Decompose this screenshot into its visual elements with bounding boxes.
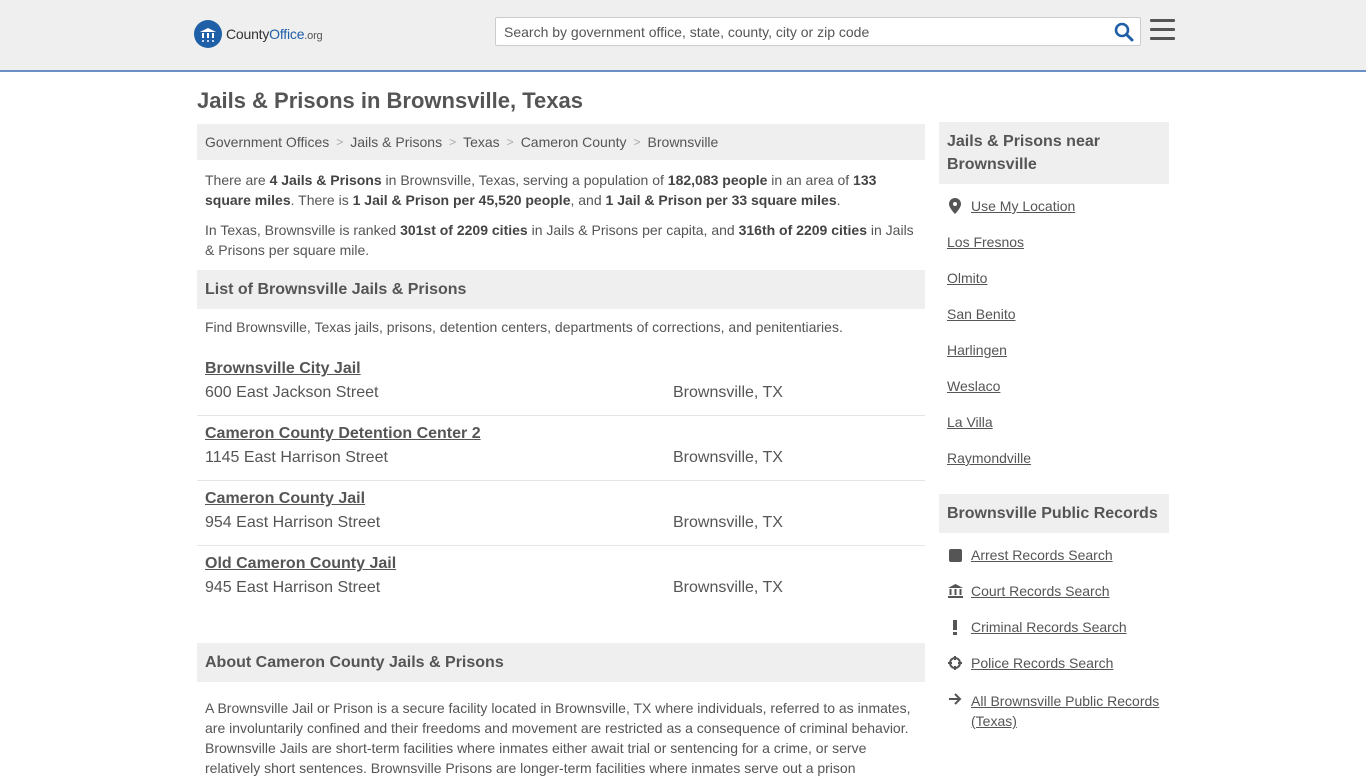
search-input[interactable] [496,18,1106,45]
facility-link[interactable]: Cameron County Jail [205,490,365,508]
facility-city: Brownsville, TX [673,384,783,401]
nearby-city-link[interactable]: Raymondville [947,450,1031,466]
list-item: Brownsville City Jail 600 East Jackson S… [197,351,925,416]
nearby-heading: Jails & Prisons near Brownsville [939,122,1169,184]
breadcrumb-jails-prisons[interactable]: Jails & Prisons [350,134,442,150]
arrest-records-link[interactable]: Arrest Records Search [971,547,1113,563]
list-item: Court Records Search [947,583,1161,619]
about-heading: About Cameron County Jails & Prisons [197,643,925,682]
facility-link[interactable]: Brownsville City Jail [205,360,361,378]
location-pin-icon [947,198,963,214]
breadcrumb-separator-icon: > [506,135,514,149]
site-logo[interactable]: CountyOffice.org [194,20,323,48]
list-heading: List of Brownsville Jails & Prisons [197,270,925,309]
nearby-city-link[interactable]: Olmito [947,270,987,286]
facility-link[interactable]: Old Cameron County Jail [205,555,396,573]
list-item: La Villa [947,414,1161,450]
use-my-location-link[interactable]: Use My Location [971,198,1075,214]
court-records-link[interactable]: Court Records Search [971,583,1110,599]
intro-text: There are 4 Jails & Prisons in Brownsvil… [197,160,925,260]
list-item: Weslaco [947,378,1161,414]
list-item: Old Cameron County Jail 945 East Harriso… [197,546,925,611]
breadcrumb-brownsville[interactable]: Brownsville [648,134,719,150]
breadcrumb: Government Offices > Jails & Prisons > Tex… [197,124,925,160]
breadcrumb-cameron-county[interactable]: Cameron County [521,134,627,150]
facility-city: Brownsville, TX [673,579,783,596]
nearby-city-link[interactable]: Weslaco [947,378,1000,394]
nearby-city-link[interactable]: Harlingen [947,342,1007,358]
breadcrumb-separator-icon: > [336,135,344,149]
list-item: Los Fresnos [947,234,1161,270]
about-text: A Brownsville Jail or Prison is a secure… [205,700,911,776]
logo-text: CountyOffice.org [226,26,323,42]
nearby-city-link[interactable]: La Villa [947,414,993,430]
list-item: Criminal Records Search [947,619,1161,655]
breadcrumb-government-offices[interactable]: Government Offices [205,134,329,150]
page-title: Jails & Prisons in Brownsville, Texas [197,88,583,113]
search-icon [1114,22,1134,42]
facility-address: 954 East Harrison Street [205,514,381,531]
breadcrumb-separator-icon: > [633,135,641,149]
list-item: Arrest Records Search [947,547,1161,583]
sidebar: Jails & Prisons near Brownsville Use My … [939,122,1169,741]
list-item: Raymondville [947,450,1161,486]
facility-list: Brownsville City Jail 600 East Jackson S… [197,351,925,611]
search-box [495,17,1141,46]
list-item: Cameron County Detention Center 2 1145 E… [197,416,925,481]
crosshair-icon [947,655,963,671]
all-public-records-link[interactable]: All Brownsville Public Records (Texas) [971,691,1161,731]
search-button[interactable] [1114,22,1134,42]
arrest-icon [947,547,963,563]
facility-address: 600 East Jackson Street [205,384,379,401]
list-description: Find Brownsville, Texas jails, prisons, … [205,319,843,335]
breadcrumb-texas[interactable]: Texas [463,134,500,150]
arrow-right-icon [947,691,963,707]
county-office-logo-icon [194,20,222,48]
nearby-city-link[interactable]: San Benito [947,306,1016,322]
list-item: Use My Location [947,198,1161,234]
list-item: San Benito [947,306,1161,342]
facility-link[interactable]: Cameron County Detention Center 2 [205,425,481,443]
courthouse-icon [947,583,963,599]
top-bar: CountyOffice.org [0,0,1366,72]
facility-address: 945 East Harrison Street [205,579,381,596]
police-records-link[interactable]: Police Records Search [971,655,1113,671]
list-item: Olmito [947,270,1161,306]
public-records-heading: Brownsville Public Records [939,494,1169,533]
list-item: Cameron County Jail 954 East Harrison St… [197,481,925,546]
facility-address: 1145 East Harrison Street [205,449,388,466]
hamburger-menu-icon[interactable] [1150,19,1175,41]
intro-paragraph-stats: There are 4 Jails & Prisons in Brownsvil… [205,172,877,208]
breadcrumb-separator-icon: > [449,135,457,149]
exclamation-icon [947,619,963,635]
public-records-list: Arrest Records Search Court Records Sear… [939,533,1169,741]
criminal-records-link[interactable]: Criminal Records Search [971,619,1127,635]
intro-paragraph-rank: In Texas, Brownsville is ranked 301st of… [205,222,914,258]
list-item: All Brownsville Public Records (Texas) [947,691,1161,741]
nearby-list: Use My Location Los Fresnos Olmito San B… [939,184,1169,486]
list-item: Harlingen [947,342,1161,378]
facility-city: Brownsville, TX [673,449,783,466]
nearby-city-link[interactable]: Los Fresnos [947,234,1024,250]
list-item: Police Records Search [947,655,1161,691]
main-content: Government Offices > Jails & Prisons > Tex… [197,124,925,778]
facility-city: Brownsville, TX [673,514,783,531]
